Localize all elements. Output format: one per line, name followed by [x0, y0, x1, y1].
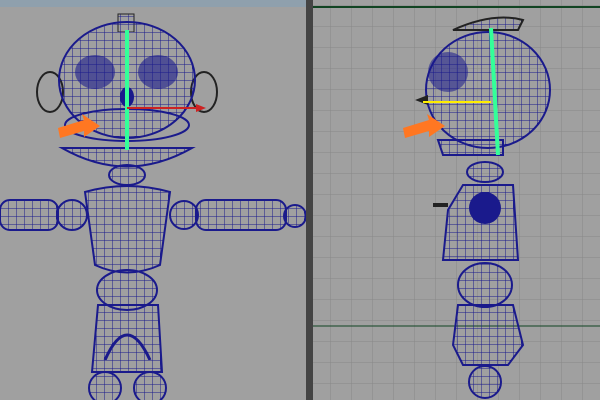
right-shoulder [169, 200, 199, 230]
foot [468, 365, 502, 399]
shoulder [469, 192, 501, 224]
left-foot [88, 371, 122, 400]
side-robot-wireframe [313, 0, 600, 400]
left-shoulder [56, 199, 88, 231]
jaw [436, 139, 504, 156]
viewport-divider[interactable] [306, 0, 313, 400]
right-arm [195, 199, 287, 231]
left-arm [0, 199, 59, 231]
front-robot-wireframe [0, 13, 306, 400]
right-foot [133, 371, 167, 400]
hip [457, 262, 513, 308]
legs [90, 304, 164, 373]
neck [466, 161, 504, 183]
front-viewport[interactable] [0, 0, 306, 400]
right-eye [138, 55, 178, 89]
eye [428, 52, 468, 92]
side-viewport[interactable] [313, 0, 600, 400]
neck [108, 164, 146, 186]
right-hand [283, 204, 306, 228]
jaw [58, 147, 196, 168]
leg [451, 304, 525, 366]
left-eye [75, 55, 115, 89]
torso [83, 185, 172, 274]
